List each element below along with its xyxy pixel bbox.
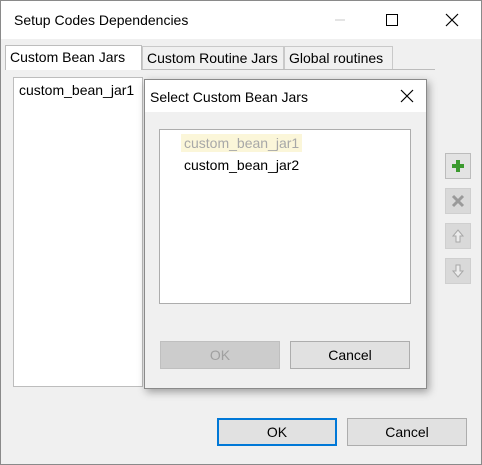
remove-button[interactable] xyxy=(445,188,471,214)
minimize-button[interactable] xyxy=(317,1,363,39)
cancel-button-label: Cancel xyxy=(385,424,429,440)
tab-label: Global routines xyxy=(289,50,384,66)
move-up-button[interactable] xyxy=(445,223,471,249)
ok-button-label: OK xyxy=(266,424,288,440)
delete-icon xyxy=(451,194,465,208)
select-custom-bean-jars-dialog: Select Custom Bean Jars custom_bean_jar1… xyxy=(144,79,427,389)
tab-label: Custom Bean Jars xyxy=(10,49,126,65)
maximize-icon xyxy=(386,14,398,26)
arrow-down-icon xyxy=(451,264,465,278)
maximize-button[interactable] xyxy=(369,1,415,39)
custom-bean-jars-list[interactable]: custom_bean_jar1 xyxy=(13,77,143,387)
list-item[interactable]: custom_bean_jar1 xyxy=(181,134,303,152)
cancel-button[interactable]: Cancel xyxy=(347,418,467,446)
setup-codes-dependencies-window: Setup Codes Dependencies Custom Bean Jar… xyxy=(0,0,482,465)
add-button[interactable] xyxy=(445,153,471,179)
close-icon xyxy=(445,13,459,27)
dialog-ok-label: OK xyxy=(209,347,231,363)
minimize-icon xyxy=(335,19,345,21)
close-button[interactable] xyxy=(429,1,475,39)
tab-custom-routine-jars[interactable]: Custom Routine Jars xyxy=(142,46,284,70)
tab-label: Custom Routine Jars xyxy=(147,50,278,66)
plus-icon xyxy=(452,160,464,172)
move-down-button[interactable] xyxy=(445,258,471,284)
dialog-close-button[interactable] xyxy=(394,84,420,108)
title-bar: Setup Codes Dependencies xyxy=(1,1,481,39)
close-icon xyxy=(400,89,414,103)
jar-selection-list[interactable]: custom_bean_jar1 custom_bean_jar2 xyxy=(159,129,411,304)
dialog-cancel-button[interactable]: Cancel xyxy=(290,341,410,369)
list-item[interactable]: custom_bean_jar2 xyxy=(181,156,302,174)
ok-button[interactable]: OK xyxy=(217,418,337,446)
arrow-up-icon xyxy=(451,229,465,243)
window-title: Setup Codes Dependencies xyxy=(14,12,189,28)
dialog-cancel-label: Cancel xyxy=(328,347,372,363)
list-item[interactable]: custom_bean_jar1 xyxy=(19,82,134,98)
tab-custom-bean-jars[interactable]: Custom Bean Jars xyxy=(5,45,142,70)
dialog-title: Select Custom Bean Jars xyxy=(150,89,308,105)
dialog-ok-button[interactable]: OK xyxy=(160,341,280,369)
dialog-title-bar: Select Custom Bean Jars xyxy=(145,80,426,112)
tab-global-routines[interactable]: Global routines xyxy=(284,46,393,70)
